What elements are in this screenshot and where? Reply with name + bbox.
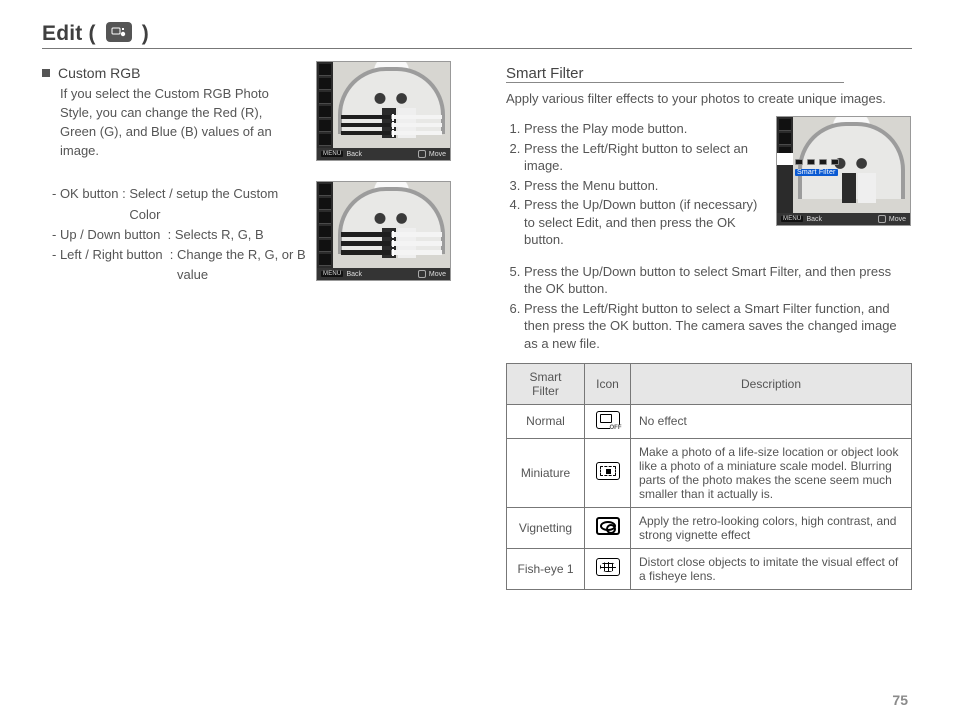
page-number: 75	[892, 692, 908, 708]
smart-filter-intro: Apply various filter effects to your pho…	[506, 91, 912, 106]
ok-button-label: - OK button :	[52, 184, 129, 224]
lcd-screenshot-rgb-2: MENUBack Move	[316, 181, 451, 281]
smart-filter-steps-cont: Press the Up/Down button to select Smart…	[506, 263, 912, 353]
table-row: Fish-eye 1 Distort close objects to imit…	[507, 548, 912, 589]
back-label: Back	[346, 271, 362, 278]
updown-button-label: - Up / Down button :	[52, 225, 175, 245]
dpad-icon	[878, 215, 886, 223]
title-suffix: )	[142, 22, 149, 45]
filter-desc: No effect	[631, 404, 912, 438]
left-column: Custom RGB If you select the Custom RGB …	[42, 65, 472, 590]
ok-button-desc: Select / setup the Custom Color	[129, 184, 299, 224]
filter-desc: Apply the retro-looking colors, high con…	[631, 507, 912, 548]
step-3: Press the Menu button.	[524, 177, 764, 195]
filter-desc: Distort close objects to imitate the vis…	[631, 548, 912, 589]
filter-icon-strip	[795, 159, 906, 165]
dpad-icon	[418, 150, 426, 158]
leftright-button-label: - Left / Right button :	[52, 245, 177, 285]
filter-miniature-icon	[596, 462, 620, 480]
move-label: Move	[429, 271, 446, 278]
filter-icon-cell	[585, 548, 631, 589]
custom-rgb-paragraph: If you select the Custom RGB Photo Style…	[60, 85, 290, 160]
smart-filter-steps: Press the Play mode button. Press the Le…	[506, 118, 764, 251]
back-label: Back	[346, 151, 362, 158]
page-title: Edit ( )	[42, 22, 149, 46]
step-6: Press the Left/Right button to select a …	[524, 300, 912, 353]
filter-icon-cell	[585, 404, 631, 438]
table-row: Miniature Make a photo of a life-size lo…	[507, 438, 912, 507]
move-label: Move	[429, 151, 446, 158]
th-icon: Icon	[585, 363, 631, 404]
step-2: Press the Left/Right button to select an…	[524, 140, 764, 175]
filter-off-icon	[596, 411, 620, 429]
filter-icon-cell	[585, 438, 631, 507]
bullet-square-icon	[42, 69, 50, 77]
th-desc: Description	[631, 363, 912, 404]
right-column: Smart Filter Apply various filter effect…	[506, 65, 912, 590]
lcd-screenshot-rgb-1: MENUBack Move	[316, 61, 451, 161]
filter-desc: Make a photo of a life-size location or …	[631, 438, 912, 507]
edit-palette-icon	[106, 22, 132, 42]
page-title-row: Edit ( )	[42, 22, 912, 49]
smart-filter-caption: Smart Filter	[795, 169, 838, 176]
filter-vignette-icon	[596, 517, 620, 535]
table-row: Vignetting Apply the retro-looking color…	[507, 507, 912, 548]
filter-name: Miniature	[507, 438, 585, 507]
move-label: Move	[889, 216, 906, 223]
updown-button-desc: Selects R, G, B	[175, 225, 264, 245]
menu-button-icon: MENU	[321, 271, 343, 277]
leftright-button-desc: Change the R, G, or B value	[177, 245, 327, 285]
filter-name: Normal	[507, 404, 585, 438]
back-label: Back	[806, 216, 822, 223]
custom-rgb-heading: Custom RGB	[58, 65, 140, 81]
filter-fisheye-icon	[596, 558, 620, 576]
step-1: Press the Play mode button.	[524, 120, 764, 138]
title-prefix: Edit (	[42, 22, 96, 45]
smart-filter-heading: Smart Filter	[506, 65, 844, 83]
dpad-icon	[418, 270, 426, 278]
menu-button-icon: MENU	[781, 216, 803, 222]
filter-name: Vignetting	[507, 507, 585, 548]
filter-name: Fish-eye 1	[507, 548, 585, 589]
filter-icon-cell	[585, 507, 631, 548]
table-row: Normal No effect	[507, 404, 912, 438]
step-4: Press the Up/Down button (if necessary) …	[524, 196, 764, 249]
th-name: Smart Filter	[507, 363, 585, 404]
step-5: Press the Up/Down button to select Smart…	[524, 263, 912, 298]
menu-button-icon: MENU	[321, 151, 343, 157]
smart-filter-table: Smart Filter Icon Description Normal No …	[506, 363, 912, 590]
lcd-screenshot-smartfilter: Smart Filter MENUBack Move	[776, 116, 911, 226]
